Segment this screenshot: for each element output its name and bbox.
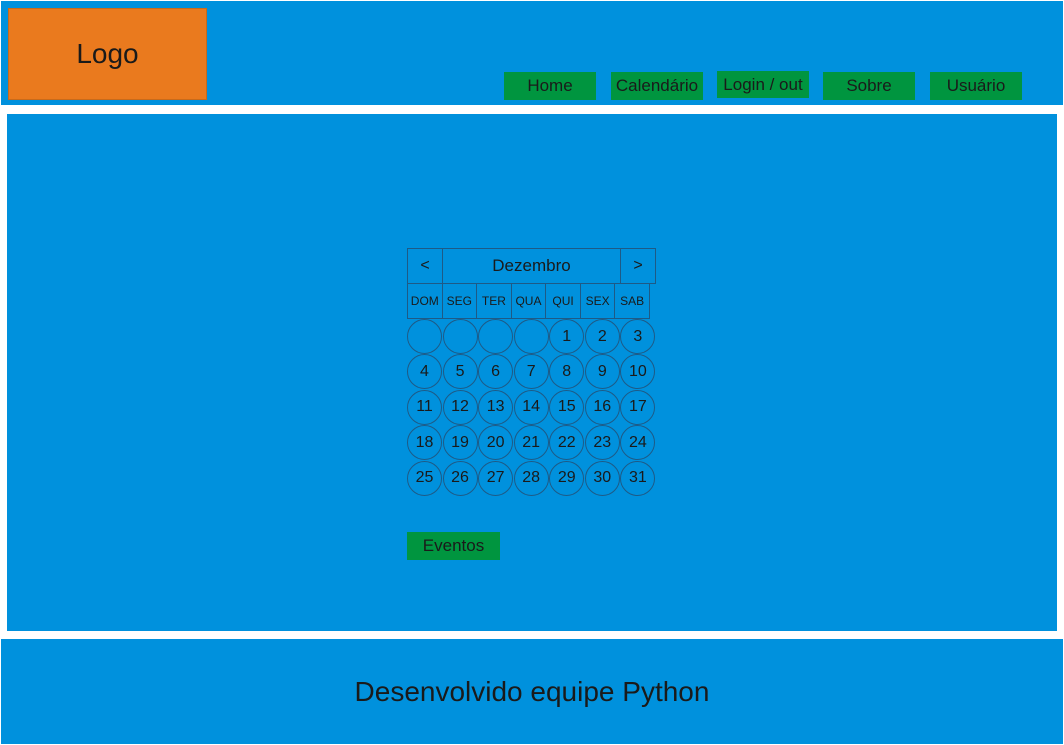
calendar-day[interactable]: 9 <box>584 354 620 390</box>
header: Logo Home Calendário Login / out Sobre U… <box>1 1 1063 105</box>
calendar-day[interactable]: 7 <box>513 354 549 390</box>
calendar-day[interactable]: 3 <box>620 319 656 354</box>
weekday-label: SEX <box>579 283 616 319</box>
calendar-day[interactable]: 22 <box>549 425 585 461</box>
calendar-day[interactable]: 2 <box>584 319 620 354</box>
nav-calendar-button[interactable]: Calendário <box>611 72 703 100</box>
calendar-day[interactable]: 4 <box>407 354 442 390</box>
calendar-day-empty <box>442 319 478 354</box>
calendar-day[interactable]: 19 <box>442 425 478 461</box>
calendar-day[interactable]: 15 <box>549 389 585 425</box>
footer-text: Desenvolvido equipe Python <box>354 675 710 707</box>
calendar-day[interactable]: 24 <box>620 425 656 461</box>
calendar-day[interactable]: 27 <box>478 460 514 496</box>
calendar-day[interactable]: 16 <box>584 389 620 425</box>
calendar-month-title: Dezembro <box>442 248 621 284</box>
calendar-day[interactable]: 14 <box>513 389 549 425</box>
calendar-day[interactable]: 30 <box>584 460 620 496</box>
nav-user-button[interactable]: Usuário <box>930 72 1022 100</box>
calendar-day[interactable]: 8 <box>549 354 585 390</box>
calendar-days-grid: 1 2 3 4 5 6 7 8 9 10 11 12 13 14 15 16 17 18 19 20 21 22 23 24 2… <box>407 319 656 496</box>
calendar-day[interactable]: 17 <box>620 389 656 425</box>
calendar-day[interactable]: 20 <box>478 425 514 461</box>
nav-home-button[interactable]: Home <box>504 72 596 100</box>
weekday-label: DOM <box>407 283 443 319</box>
calendar-day[interactable]: 13 <box>478 389 514 425</box>
nav-login-button[interactable]: Login / out <box>717 71 809 98</box>
calendar-day[interactable]: 29 <box>549 460 585 496</box>
calendar-day[interactable]: 31 <box>620 460 656 496</box>
calendar-header: < Dezembro > <box>407 248 656 284</box>
page: Logo Home Calendário Login / out Sobre U… <box>0 0 1064 745</box>
calendar-next-button[interactable]: > <box>620 248 656 284</box>
weekday-label: QUI <box>545 283 581 319</box>
calendar-day[interactable]: 21 <box>513 425 549 461</box>
weekday-label: TER <box>476 283 512 319</box>
calendar: < Dezembro > DOM SEG TER QUA QUI SEX SAB… <box>407 248 656 496</box>
calendar-day[interactable]: 11 <box>407 389 442 425</box>
calendar-day[interactable]: 12 <box>442 389 478 425</box>
weekday-label: QUA <box>510 283 547 319</box>
calendar-weekdays: DOM SEG TER QUA QUI SEX SAB <box>407 283 656 319</box>
calendar-day[interactable]: 18 <box>407 425 442 461</box>
calendar-day-empty <box>513 319 549 354</box>
calendar-prev-button[interactable]: < <box>407 248 443 284</box>
calendar-day-empty <box>478 319 514 354</box>
calendar-day[interactable]: 28 <box>513 460 549 496</box>
calendar-day[interactable]: 10 <box>620 354 656 390</box>
nav-about-button[interactable]: Sobre <box>823 72 915 100</box>
calendar-day[interactable]: 23 <box>584 425 620 461</box>
logo[interactable]: Logo <box>8 8 207 100</box>
calendar-day[interactable]: 26 <box>442 460 478 496</box>
weekday-label: SEG <box>441 283 478 319</box>
calendar-day-empty <box>407 319 442 354</box>
weekday-label: SAB <box>614 283 650 319</box>
footer: Desenvolvido equipe Python <box>1 639 1063 744</box>
events-button[interactable]: Eventos <box>407 532 500 560</box>
calendar-day[interactable]: 25 <box>407 460 442 496</box>
calendar-day[interactable]: 5 <box>442 354 478 390</box>
calendar-day[interactable]: 1 <box>549 319 585 354</box>
calendar-day[interactable]: 6 <box>478 354 514 390</box>
